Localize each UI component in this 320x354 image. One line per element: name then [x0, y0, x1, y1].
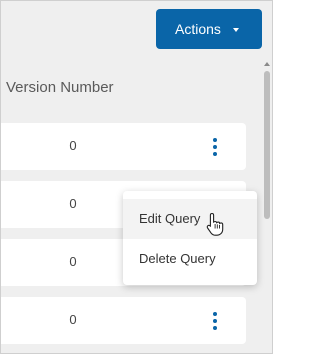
version-number-cell: 0 [69, 138, 77, 153]
scroll-up-arrow-icon[interactable] [264, 62, 270, 66]
table-row[interactable]: 0 [1, 123, 246, 170]
row-context-menu: Edit Query Delete Query [123, 191, 257, 285]
hand-pointer-cursor-icon [206, 212, 224, 236]
more-vert-icon[interactable] [210, 137, 220, 157]
actions-button[interactable]: Actions [156, 9, 262, 49]
edit-query-menu-item[interactable]: Edit Query [123, 199, 257, 239]
version-number-cell: 0 [69, 196, 77, 211]
version-number-cell: 0 [69, 312, 77, 327]
more-vert-icon[interactable] [210, 311, 220, 331]
query-panel: Actions Version Number 0 0 0 0 Edit Quer… [0, 0, 273, 354]
column-header-version-number: Version Number [6, 79, 114, 96]
version-number-cell: 0 [69, 254, 77, 269]
scrollbar-thumb[interactable] [264, 71, 270, 219]
table-row[interactable]: 0 [1, 297, 246, 344]
delete-query-menu-item[interactable]: Delete Query [123, 239, 257, 279]
caret-down-icon [232, 28, 239, 32]
actions-button-label: Actions [175, 21, 221, 37]
